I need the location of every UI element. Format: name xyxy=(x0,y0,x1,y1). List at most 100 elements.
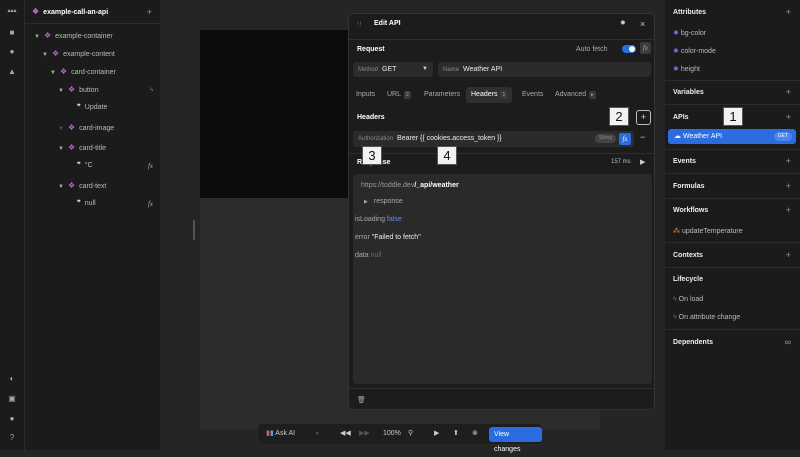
tree-item[interactable]: ▼ ❖ example-content xyxy=(42,47,115,61)
package-icon[interactable]: ● xyxy=(7,47,17,57)
close-icon[interactable]: × xyxy=(640,19,645,29)
tree-label: null xyxy=(84,200,96,207)
add-icon[interactable]: + xyxy=(147,7,152,17)
auto-fetch-label: Auto fetch xyxy=(576,46,608,53)
tree-item[interactable]: ❞ null fx xyxy=(77,197,153,211)
warning-icon[interactable]: ▲ xyxy=(7,67,17,77)
section-apis: APIs xyxy=(673,114,689,121)
tab-headers[interactable]: Headers 1 xyxy=(466,87,513,103)
name-input[interactable]: Name Weather API xyxy=(438,62,651,77)
auto-fetch-toggle[interactable] xyxy=(622,45,636,53)
add-icon[interactable]: + xyxy=(786,87,791,97)
formula-button[interactable]: fx xyxy=(640,42,651,54)
add-icon[interactable]: + xyxy=(786,7,791,17)
avatar[interactable]: ● xyxy=(315,424,319,444)
attribute-item[interactable]: ✹ color-mode xyxy=(673,47,716,55)
tree-item[interactable]: ▼ ❖ card-image xyxy=(58,121,114,135)
canvas-preview[interactable] xyxy=(200,30,350,198)
tab-events[interactable]: Events xyxy=(517,87,548,103)
remove-header-icon[interactable]: − xyxy=(640,132,645,142)
attribute-item[interactable]: ✹ height xyxy=(673,65,700,73)
view-changes-button[interactable]: View changes xyxy=(489,427,542,453)
tree-item[interactable]: ▼ ❖ button ϟ xyxy=(58,83,153,97)
properties-panel: Attributes + ✹ bg-color ✹ color-mode ✹ he… xyxy=(665,0,800,450)
divider xyxy=(349,39,654,40)
add-icon[interactable]: + xyxy=(786,156,791,166)
formula-icon[interactable]: fx xyxy=(148,197,153,211)
tab-inputs[interactable]: Inputs xyxy=(351,87,380,103)
resize-handle[interactable] xyxy=(193,220,195,240)
help-icon[interactable]: ? xyxy=(7,433,17,443)
key: data xyxy=(355,252,369,259)
tree-item[interactable]: ▼ ❖ example-container xyxy=(34,29,113,43)
formula-icon[interactable]: fx xyxy=(148,159,153,173)
tree-label: card-text xyxy=(79,183,107,190)
caret-right-icon: ▶ xyxy=(364,199,368,205)
tab-url[interactable]: URL 2 xyxy=(382,87,416,103)
section-lifecycle: Lifecycle xyxy=(673,276,703,283)
play-icon[interactable]: ▶ xyxy=(640,158,645,166)
palette-icon[interactable]: ◐ xyxy=(7,374,17,384)
annotation-badge: 2 xyxy=(609,107,629,126)
component-title[interactable]: ❖ example-call-an-api xyxy=(32,5,108,19)
header-key: Authorization xyxy=(358,136,394,142)
cancel-icon[interactable]: ⊗ xyxy=(472,424,478,444)
component-icon: ❖ xyxy=(32,7,40,16)
gift-icon[interactable]: ▣ xyxy=(7,394,17,404)
tree-label: card-title xyxy=(79,145,106,152)
add-icon[interactable]: + xyxy=(786,250,791,260)
lifecycle-item[interactable]: ϟ On load xyxy=(673,296,703,303)
header-row[interactable]: Authorization Bearer {{ cookies.access_to… xyxy=(353,131,634,147)
bottom-toolbar: ▮▮ Ask AI ● ◀◀ ▶▶ 100% ⚲ ▶ ⬆ ⊗ View chan… xyxy=(257,423,543,453)
section-events: Events xyxy=(673,158,696,165)
ask-ai-button[interactable]: ▮▮ Ask AI xyxy=(266,424,295,444)
add-icon[interactable]: + xyxy=(786,205,791,215)
key: isLoading xyxy=(355,216,385,223)
formula-button[interactable]: fx xyxy=(619,133,631,145)
event-icon: ϟ xyxy=(149,86,153,94)
response-toggle[interactable]: ▶ response xyxy=(364,198,403,205)
tree-item[interactable]: ▼ ❖ card-title xyxy=(58,141,106,155)
bulb-icon[interactable]: ● xyxy=(7,414,17,424)
undo-icon[interactable]: ◀◀ xyxy=(340,424,351,444)
headers-heading: Headers xyxy=(357,114,385,121)
value: false xyxy=(386,216,402,223)
infinity-icon[interactable]: ∞ xyxy=(785,337,791,347)
attribute-item[interactable]: ✹ bg-color xyxy=(673,29,706,37)
drag-handle-icon[interactable]: ⁝⁝ xyxy=(357,20,361,28)
trash-icon[interactable]: 🗑 xyxy=(357,396,366,404)
tab-advanced[interactable]: Advanced ▸ xyxy=(550,87,601,103)
method-badge: GET xyxy=(773,132,792,141)
url-path: /_api/weather xyxy=(414,182,459,189)
zoom-icon[interactable]: ⚲ xyxy=(408,424,413,444)
tab-parameters[interactable]: Parameters xyxy=(419,87,465,103)
debug-icon[interactable]: ✹ xyxy=(620,19,626,27)
zoom-level[interactable]: 100% xyxy=(383,424,401,444)
icon-rail: ▴▴▴ ■ ● ▲ ◐ ▣ ● ? xyxy=(0,0,25,450)
add-icon[interactable]: + xyxy=(786,112,791,122)
workflow-item[interactable]: ⁂ updateTemperature xyxy=(673,227,743,235)
method-select[interactable]: Method GET ▼ xyxy=(353,62,433,77)
section-dependents: Dependents xyxy=(673,339,714,346)
play-icon[interactable]: ▶ xyxy=(434,424,439,444)
publish-icon[interactable]: ⬆ xyxy=(453,424,459,444)
tree-item[interactable]: ❞ °C fx xyxy=(77,159,153,173)
tree-item[interactable]: ▼ ❖ card-container xyxy=(50,65,116,79)
edit-api-dialog: ⁝⁝ Edit API ✹ × Request Auto fetch fx Me… xyxy=(348,13,655,410)
section-workflows: Workflows xyxy=(673,207,709,214)
redo-icon[interactable]: ▶▶ xyxy=(359,424,370,444)
tree-label: °C xyxy=(84,162,93,169)
add-header-button[interactable]: + xyxy=(636,110,651,125)
add-icon[interactable]: + xyxy=(786,181,791,191)
tree-item[interactable]: ▼ ❖ card-text xyxy=(58,179,106,193)
tree-item[interactable]: ❞ Update xyxy=(77,101,107,115)
divider xyxy=(349,388,654,389)
lifecycle-item[interactable]: ϟ On attribute change xyxy=(673,314,740,321)
api-item-weather[interactable]: ☁ Weather API GET xyxy=(668,129,796,144)
chevron-down-icon: ▼ xyxy=(422,66,428,72)
tree-label: card-container xyxy=(71,69,116,76)
tree-label: example-container xyxy=(55,33,113,40)
response-panel: https://toddle.dev/_api/weather ▶ respons… xyxy=(353,174,652,384)
folder-icon[interactable]: ■ xyxy=(7,28,17,38)
tree-label: Update xyxy=(84,104,108,111)
